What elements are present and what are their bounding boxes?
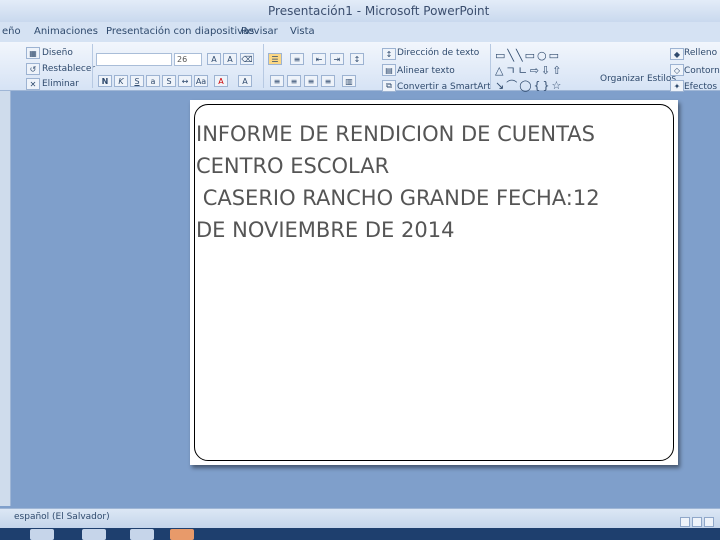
group-separator — [263, 44, 264, 88]
smartart-button[interactable]: Convertir a SmartArt — [397, 82, 491, 92]
tab-revisar[interactable]: Revisar — [241, 26, 278, 37]
highlight-icon[interactable]: A — [238, 75, 252, 87]
shadow-icon[interactable]: S — [162, 75, 176, 87]
font-color-icon[interactable]: A — [214, 75, 228, 87]
title-bar: Presentación1 - Microsoft PowerPoint — [0, 0, 720, 23]
view-buttons — [680, 512, 718, 527]
decrease-indent-icon[interactable]: ⇤ — [312, 53, 326, 65]
delete-icon[interactable]: ✕ — [26, 78, 40, 90]
app-taskbar-icon[interactable] — [130, 529, 154, 540]
language-indicator[interactable]: español (El Salvador) — [14, 512, 110, 522]
window-title: Presentación1 - Microsoft PowerPoint — [268, 4, 490, 18]
tab-vista[interactable]: Vista — [290, 26, 315, 37]
justify-icon[interactable]: ≡ — [321, 75, 335, 87]
tab-animaciones[interactable]: Animaciones — [34, 26, 98, 37]
italic-icon[interactable]: K — [114, 75, 128, 87]
align-left-icon[interactable]: ≡ — [270, 75, 284, 87]
windows-taskbar — [0, 528, 720, 540]
line-spacing-icon[interactable]: ↕ — [350, 53, 364, 65]
bold-icon[interactable]: N — [98, 75, 112, 87]
shapes-gallery[interactable]: ▭╲╲▭○▭ △ㄱㄴ⇨⇩⇧ ↘⌒◯{}☆ — [495, 48, 563, 93]
shape-fill-button[interactable]: Relleno — [684, 48, 717, 58]
design-button[interactable]: Diseño — [42, 48, 73, 58]
spacing-icon[interactable]: ↔ — [178, 75, 192, 87]
underline-icon[interactable]: S — [130, 75, 144, 87]
font-name-combo[interactable] — [96, 53, 172, 66]
explorer-taskbar-icon[interactable] — [82, 529, 106, 540]
shape-effects-button[interactable]: Efectos — [684, 82, 717, 92]
columns-icon[interactable]: ▥ — [342, 75, 356, 87]
clear-format-icon[interactable]: ⌫ — [240, 53, 254, 65]
delete-button[interactable]: Eliminar — [42, 79, 79, 89]
case-icon[interactable]: Aa — [194, 75, 208, 87]
grow-font-icon[interactable]: A — [207, 53, 221, 65]
tab-presentacion[interactable]: Presentación con diapositivas — [106, 26, 254, 37]
fill-icon[interactable]: ◆ — [670, 48, 684, 60]
bullets-icon[interactable]: ☰ — [268, 53, 282, 65]
align-center-icon[interactable]: ≡ — [287, 75, 301, 87]
reset-icon[interactable]: ↺ — [26, 63, 40, 75]
align-text-icon[interactable]: ▤ — [382, 64, 396, 76]
slide-text-box[interactable]: INFORME DE RENDICION DE CUENTAS CENTRO E… — [196, 118, 666, 246]
shrink-font-icon[interactable]: A — [223, 53, 237, 65]
layout-icon[interactable]: ▦ — [26, 47, 40, 59]
normal-view-icon[interactable] — [680, 517, 690, 527]
reset-button[interactable]: Restablecer — [42, 64, 95, 74]
arrange-button[interactable]: Organizar — [600, 74, 644, 84]
outline-icon[interactable]: ◇ — [670, 64, 684, 76]
increase-indent-icon[interactable]: ⇥ — [330, 53, 344, 65]
strikethrough-icon[interactable]: a — [146, 75, 160, 87]
tab-diseno[interactable]: eño — [2, 26, 21, 37]
ribbon-tab-row: eño Animaciones Presentación con diaposi… — [0, 22, 720, 42]
slides-panel[interactable] — [0, 91, 11, 506]
sorter-view-icon[interactable] — [692, 517, 702, 527]
group-separator — [490, 44, 491, 88]
shape-outline-button[interactable]: Contorno — [684, 66, 720, 76]
align-right-icon[interactable]: ≡ — [304, 75, 318, 87]
firefox-taskbar-icon[interactable] — [30, 529, 54, 540]
effects-icon[interactable]: ✦ — [670, 80, 684, 92]
numbering-icon[interactable]: ≡ — [290, 53, 304, 65]
font-size-combo[interactable]: 26 — [174, 53, 202, 66]
slideshow-view-icon[interactable] — [704, 517, 714, 527]
group-separator — [92, 44, 93, 88]
align-text-button[interactable]: Alinear texto — [397, 66, 455, 76]
text-direction-button[interactable]: Dirección de texto — [397, 48, 479, 58]
smartart-icon[interactable]: ⧉ — [382, 80, 396, 92]
text-direction-icon[interactable]: ↕ — [382, 48, 396, 60]
powerpoint-taskbar-icon[interactable] — [170, 529, 194, 540]
